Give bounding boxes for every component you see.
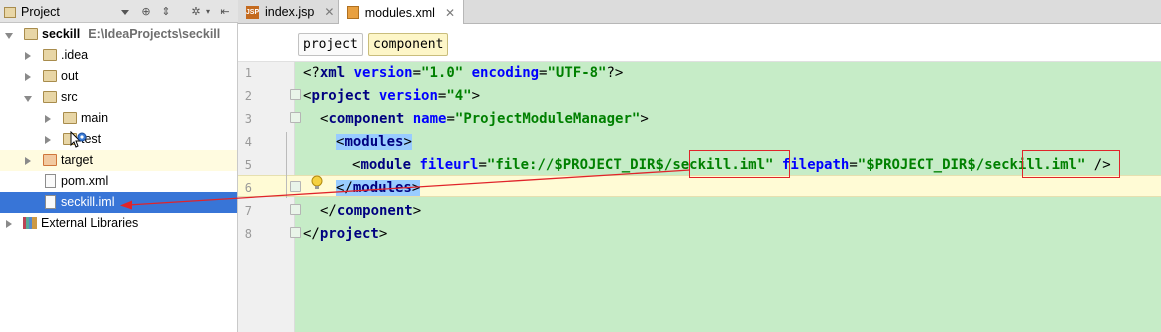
close-icon[interactable]: ✕ — [324, 5, 334, 19]
tab-label: modules.xml — [364, 5, 435, 20]
indent-guide — [286, 132, 287, 198]
expand-icon[interactable] — [6, 220, 12, 228]
tab-modules-xml[interactable]: modules.xml ✕ — [339, 0, 464, 25]
tree-item-label: seckill.iml — [61, 195, 115, 209]
breadcrumb-item-component[interactable]: component — [368, 33, 449, 56]
line-number: 3 — [244, 112, 252, 126]
jsp-file-icon: JSP — [246, 5, 259, 19]
breadcrumb-item-project[interactable]: project — [298, 33, 363, 56]
tree-item-label: seckill — [42, 27, 81, 41]
fold-marker-icon[interactable] — [290, 89, 301, 100]
fold-marker-icon[interactable] — [290, 181, 301, 192]
busy-cursor-icon — [70, 130, 88, 149]
tree-item-target[interactable]: target — [0, 150, 237, 171]
module-folder-icon — [24, 28, 38, 40]
code-line-1: <?xml version="1.0" encoding="UTF-8"?> — [303, 65, 624, 81]
close-icon[interactable]: ✕ — [445, 6, 455, 20]
chevron-down-icon[interactable] — [121, 10, 129, 15]
line-number: 1 — [244, 66, 252, 80]
project-header: Project ⊕ ⇕ ✲ ▾ ⇤ — [0, 0, 238, 23]
tree-item-label: main — [81, 111, 109, 125]
tree-item-label: .idea — [61, 48, 89, 62]
gear-dropdown-icon[interactable]: ▾ — [201, 4, 215, 18]
folder-icon — [43, 91, 57, 103]
project-view-selector[interactable]: Project — [4, 4, 60, 20]
expand-icon[interactable] — [45, 136, 51, 144]
tree-item-external-libraries[interactable]: External Libraries — [0, 213, 237, 234]
intention-bulb-icon[interactable] — [311, 175, 323, 191]
excluded-folder-icon — [43, 154, 57, 166]
code-line-2: <project version="4"> — [303, 88, 481, 104]
target-icon[interactable]: ⊕ — [139, 4, 153, 18]
tree-item-src[interactable]: src — [0, 87, 237, 108]
collapse-all-icon[interactable]: ⇕ — [159, 4, 173, 18]
expand-icon[interactable] — [25, 157, 31, 165]
tree-item-seckill-iml[interactable]: seckill.iml — [0, 192, 237, 213]
project-tool-window: Project ⊕ ⇕ ✲ ▾ ⇤ seckill E:\IdeaProjects… — [0, 0, 238, 332]
line-number: 6 — [244, 181, 252, 195]
tab-index-jsp[interactable]: JSP index.jsp ✕ — [238, 0, 339, 24]
folder-icon — [63, 112, 77, 124]
fold-marker-icon[interactable] — [290, 204, 301, 215]
expand-icon[interactable] — [45, 115, 51, 123]
expand-icon[interactable] — [25, 73, 31, 81]
expand-icon[interactable] — [24, 96, 32, 102]
code-line-7: </component> — [320, 203, 422, 219]
xml-file-icon — [347, 6, 359, 19]
library-icon — [23, 217, 37, 229]
breadcrumb: project component — [238, 24, 1161, 62]
tab-label: index.jsp — [265, 5, 315, 19]
line-number: 2 — [244, 89, 252, 103]
tree-item-label: out — [61, 69, 79, 83]
code-line-6: </modules> — [336, 180, 421, 196]
line-number: 5 — [244, 158, 252, 172]
tree-item-pom[interactable]: pom.xml — [0, 171, 237, 192]
code-line-8: </project> — [303, 226, 388, 242]
tree-item-idea[interactable]: .idea — [0, 45, 237, 66]
tree-item-label: src — [61, 90, 78, 104]
line-number: 8 — [244, 227, 252, 241]
annotation-box-fileurl — [689, 150, 790, 178]
fold-marker-icon[interactable] — [290, 227, 301, 238]
iml-file-icon — [45, 195, 56, 209]
line-number: 4 — [244, 135, 252, 149]
code-line-3: <component name="ProjectModuleManager"> — [320, 111, 649, 127]
maven-file-icon — [45, 174, 56, 188]
folder-icon — [43, 49, 57, 61]
tree-item-label: target — [61, 153, 93, 167]
tree-item-seckill[interactable]: seckill E:\IdeaProjects\seckill — [0, 24, 237, 45]
code-line-4: <modules> — [336, 134, 412, 150]
editor-tab-bar: JSP index.jsp ✕ modules.xml ✕ — [238, 0, 1161, 25]
expand-icon[interactable] — [5, 33, 13, 39]
hide-panel-icon[interactable]: ⇤ — [218, 4, 232, 18]
module-path-hint: E:\IdeaProjects\seckill — [88, 27, 221, 41]
project-view-label: Project — [21, 5, 60, 19]
tree-item-label: External Libraries — [41, 216, 139, 230]
project-icon — [4, 6, 16, 18]
folder-icon — [43, 70, 57, 82]
tree-item-main[interactable]: main — [0, 108, 237, 129]
tree-item-out[interactable]: out — [0, 66, 237, 87]
fold-marker-icon[interactable] — [290, 112, 301, 123]
expand-icon[interactable] — [25, 52, 31, 60]
annotation-box-filepath — [1022, 150, 1120, 178]
tree-item-label: pom.xml — [61, 174, 109, 188]
line-number: 7 — [244, 204, 252, 218]
tree-item-test[interactable]: test — [0, 129, 237, 150]
